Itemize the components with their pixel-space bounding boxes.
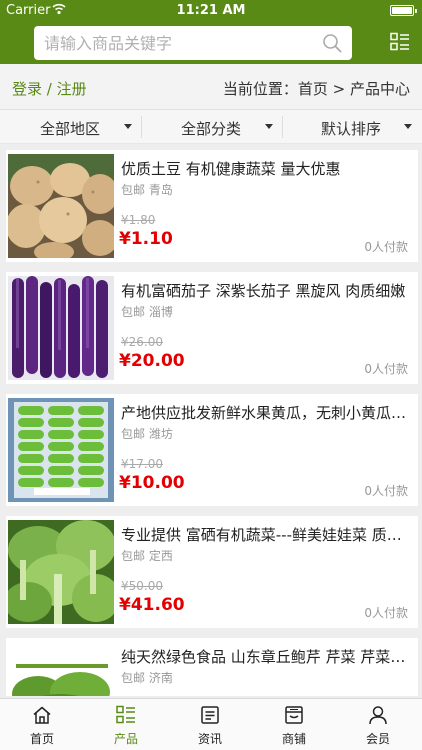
product-location: 淄博 — [148, 305, 173, 319]
news-icon — [201, 706, 219, 724]
product-list: 优质土豆 有机健康蔬菜 量大优惠 包邮 青岛 ¥1.80 ¥1.10 0人付款 — [0, 144, 422, 696]
sales-count: 0人付款 — [364, 240, 408, 254]
original-price: ¥50.00 — [121, 579, 163, 593]
shipping-label: 包邮 — [121, 671, 146, 685]
tab-label: 会员 — [365, 732, 390, 746]
product-location: 济南 — [148, 671, 173, 685]
product-meta: 包邮 济南 — [121, 669, 173, 686]
bottom-tab-bar: 首页 产品 资讯 商铺 会员 — [0, 698, 422, 750]
current-price: ¥41.60 — [119, 595, 185, 615]
tab-news[interactable]: 资讯 — [168, 699, 252, 750]
product-location: 青岛 — [148, 183, 173, 197]
shipping-label: 包邮 — [121, 427, 146, 441]
product-card[interactable]: 专业提供 富硒有机蔬菜---鲜美娃娃菜 质优价廉 包邮 定西 ¥50.00 ¥4… — [6, 516, 418, 628]
tab-store[interactable]: 商铺 — [252, 699, 336, 750]
product-card[interactable]: 有机富硒茄子 深紫长茄子 黑旋风 肉质细嫩 包邮 淄博 ¥26.00 ¥20.0… — [6, 272, 418, 384]
product-location: 潍坊 — [148, 427, 173, 441]
app-header: Carrier 11:21 AM — [0, 0, 422, 64]
search-input[interactable] — [44, 26, 314, 60]
sort-filter[interactable]: 默认排序 — [282, 110, 422, 144]
search-icon[interactable] — [322, 33, 342, 53]
product-image-celery[interactable] — [8, 642, 114, 696]
original-price: ¥1.80 — [121, 213, 156, 227]
sales-count: 0人付款 — [364, 484, 408, 498]
login-register-link[interactable]: 登录 / 注册 — [12, 78, 87, 99]
product-image-eggplants[interactable] — [8, 276, 114, 380]
current-price: ¥20.00 — [119, 351, 185, 371]
product-image-potatoes[interactable] — [8, 154, 114, 258]
product-meta: 包邮 淄博 — [121, 303, 173, 320]
product-image-baby-cabbage[interactable] — [8, 520, 114, 624]
sales-count: 0人付款 — [364, 606, 408, 620]
clock: 11:21 AM — [176, 3, 246, 18]
shipping-label: 包邮 — [121, 305, 146, 319]
filter-bar: 全部地区 全部分类 默认排序 — [0, 110, 422, 144]
user-icon — [369, 706, 387, 725]
breadcrumb-bar: 登录 / 注册 当前位置：首页 > 产品中心 — [0, 64, 422, 110]
product-card[interactable]: 产地供应批发新鲜水果黄瓜，无刺小黄瓜旱黄瓜 包邮 潍坊 ¥17.00 ¥10.0… — [6, 394, 418, 506]
sort-filter-label: 默认排序 — [321, 120, 382, 138]
original-price: ¥26.00 — [121, 335, 163, 349]
category-filter[interactable]: 全部分类 — [141, 110, 281, 144]
list-icon — [116, 705, 135, 724]
tab-member[interactable]: 会员 — [336, 699, 420, 750]
original-price: ¥17.00 — [121, 457, 163, 471]
product-title[interactable]: 纯天然绿色食品 山东章丘鲍芹 芹菜 芹菜种植 — [121, 646, 411, 667]
category-filter-label: 全部分类 — [181, 120, 242, 138]
product-card[interactable]: 优质土豆 有机健康蔬菜 量大优惠 包邮 青岛 ¥1.80 ¥1.10 0人付款 — [6, 150, 418, 262]
status-bar: Carrier 11:21 AM — [0, 0, 422, 22]
region-filter[interactable]: 全部地区 — [0, 110, 140, 144]
product-card[interactable]: 纯天然绿色食品 山东章丘鲍芹 芹菜 芹菜种植 包邮 济南 — [6, 638, 418, 696]
chevron-down-icon — [124, 124, 132, 129]
region-filter-label: 全部地区 — [40, 120, 101, 138]
tab-products[interactable]: 产品 — [84, 699, 168, 750]
chevron-down-icon — [404, 124, 412, 129]
product-meta: 包邮 潍坊 — [121, 425, 173, 442]
tab-label: 资讯 — [197, 732, 222, 746]
search-bar[interactable] — [34, 26, 352, 60]
tab-label: 产品 — [113, 732, 138, 746]
product-image-cucumbers[interactable] — [8, 398, 114, 502]
sales-count: 0人付款 — [364, 362, 408, 376]
battery-icon — [390, 5, 417, 16]
shipping-label: 包邮 — [121, 183, 146, 197]
tab-home[interactable]: 首页 — [0, 699, 84, 750]
current-price: ¥1.10 — [119, 229, 173, 249]
product-title[interactable]: 有机富硒茄子 深紫长茄子 黑旋风 肉质细嫩 — [121, 280, 411, 301]
product-meta: 包邮 定西 — [121, 547, 173, 564]
category-menu-icon[interactable] — [390, 32, 410, 52]
product-title[interactable]: 专业提供 富硒有机蔬菜---鲜美娃娃菜 质优价廉 — [121, 524, 411, 545]
tab-label: 首页 — [29, 732, 54, 746]
home-icon — [33, 706, 51, 724]
chevron-down-icon — [265, 124, 273, 129]
tab-label: 商铺 — [281, 732, 306, 746]
store-icon — [285, 706, 303, 724]
breadcrumb: 当前位置：首页 > 产品中心 — [222, 80, 410, 98]
current-price: ¥10.00 — [119, 473, 185, 493]
product-meta: 包邮 青岛 — [121, 181, 173, 198]
product-location: 定西 — [148, 549, 173, 563]
shipping-label: 包邮 — [121, 549, 146, 563]
product-title[interactable]: 产地供应批发新鲜水果黄瓜，无刺小黄瓜旱黄瓜 — [121, 402, 411, 423]
product-title[interactable]: 优质土豆 有机健康蔬菜 量大优惠 — [121, 158, 411, 179]
